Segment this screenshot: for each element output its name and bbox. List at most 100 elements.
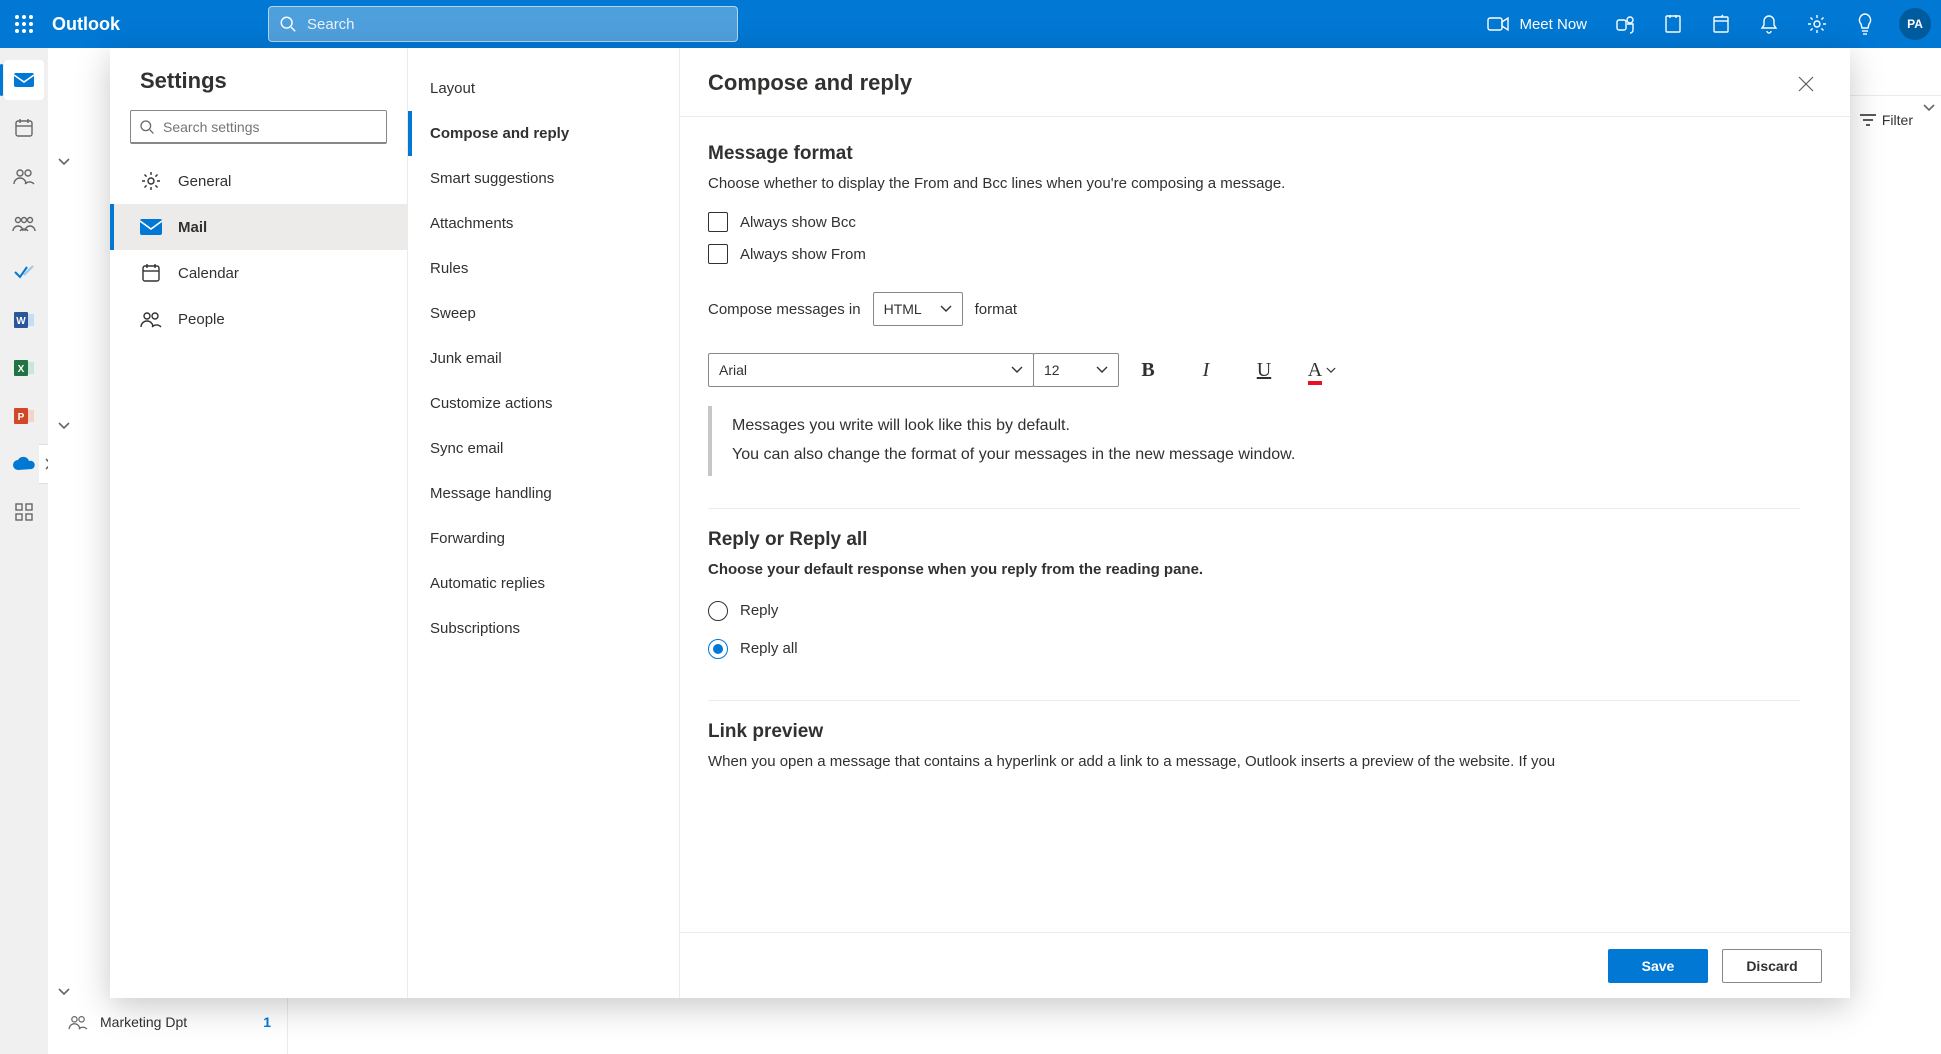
settings-subnav: Layout Compose and reply Smart suggestio… — [408, 48, 680, 998]
tips-button[interactable] — [1841, 0, 1889, 48]
subnav-automatic-replies[interactable]: Automatic replies — [408, 561, 679, 606]
discard-button[interactable]: Discard — [1722, 949, 1822, 983]
radio-reply[interactable]: Reply — [708, 592, 1800, 630]
folder-chevron-2[interactable] — [58, 422, 70, 430]
account-avatar[interactable]: PA — [1899, 8, 1931, 40]
subnav-layout[interactable]: Layout — [408, 66, 679, 111]
folder-marketing-dpt[interactable]: Marketing Dpt 1 — [48, 1004, 287, 1040]
settings-cat-people[interactable]: People — [110, 296, 407, 342]
global-search-input[interactable] — [297, 15, 727, 34]
compose-format-prefix: Compose messages in — [708, 301, 861, 318]
dropdown-value: Arial — [719, 362, 1001, 378]
checkbox-always-show-bcc[interactable]: Always show Bcc — [708, 206, 1800, 238]
svg-text:P: P — [18, 412, 25, 423]
checkbox-label: Always show Bcc — [740, 214, 856, 231]
font-color-button[interactable]: A — [1293, 352, 1351, 388]
teams-icon — [1615, 14, 1635, 34]
subnav-forwarding[interactable]: Forwarding — [408, 516, 679, 561]
folder-chevron-1[interactable] — [58, 158, 70, 166]
gear-icon — [1807, 14, 1827, 34]
section-message-format-desc: Choose whether to display the From and B… — [708, 175, 1800, 192]
settings-cat-label: General — [178, 173, 231, 190]
compose-format-dropdown[interactable]: HTML — [873, 292, 963, 326]
settings-button[interactable] — [1793, 0, 1841, 48]
radio-reply-all[interactable]: Reply all — [708, 630, 1800, 668]
close-icon — [1798, 76, 1814, 92]
chevron-down-icon — [1096, 366, 1108, 374]
rail-mail[interactable] — [4, 60, 44, 100]
italic-button[interactable]: I — [1177, 352, 1235, 388]
global-search[interactable] — [268, 6, 738, 42]
subnav-junk-email[interactable]: Junk email — [408, 336, 679, 381]
subnav-sync-email[interactable]: Sync email — [408, 426, 679, 471]
filter-button[interactable]: Filter — [1860, 112, 1913, 128]
compose-format-suffix: format — [975, 301, 1018, 318]
onedrive-icon — [12, 456, 36, 472]
rail-calendar[interactable] — [4, 108, 44, 148]
settings-search[interactable] — [130, 110, 387, 144]
meet-now-label: Meet Now — [1519, 16, 1587, 33]
myday-button[interactable] — [1697, 0, 1745, 48]
settings-scroll-area[interactable]: Message format Choose whether to display… — [680, 117, 1850, 932]
meet-now-button[interactable]: Meet Now — [1473, 0, 1601, 48]
subnav-label: Automatic replies — [430, 575, 545, 592]
divider — [708, 508, 1800, 509]
subnav-label: Smart suggestions — [430, 170, 554, 187]
section-reply-desc: Choose your default response when you re… — [708, 561, 1800, 578]
checkbox-always-show-from[interactable]: Always show From — [708, 238, 1800, 270]
settings-cat-mail[interactable]: Mail — [110, 204, 407, 250]
settings-cat-label: Mail — [178, 219, 207, 236]
chevron-down-icon — [1011, 366, 1023, 374]
subnav-label: Message handling — [430, 485, 552, 502]
notifications-button[interactable] — [1745, 0, 1793, 48]
rail-powerpoint[interactable]: P — [4, 396, 44, 436]
teams-button[interactable] — [1601, 0, 1649, 48]
close-button[interactable] — [1792, 70, 1820, 98]
reading-pane-toggle[interactable] — [1923, 104, 1935, 112]
font-color-icon: A — [1308, 359, 1322, 382]
rail-excel[interactable]: X — [4, 348, 44, 388]
subnav-label: Compose and reply — [430, 125, 569, 142]
subnav-customize-actions[interactable]: Customize actions — [408, 381, 679, 426]
subnav-smart-suggestions[interactable]: Smart suggestions — [408, 156, 679, 201]
left-app-rail: W X P — [0, 48, 48, 1054]
underline-button[interactable]: U — [1235, 352, 1293, 388]
subnav-rules[interactable]: Rules — [408, 246, 679, 291]
subnav-sweep[interactable]: Sweep — [408, 291, 679, 336]
app-launcher-button[interactable] — [0, 0, 48, 48]
rail-groups[interactable] — [4, 204, 44, 244]
subnav-message-handling[interactable]: Message handling — [408, 471, 679, 516]
app-top-bar: Outlook Meet Now PA — [0, 0, 1941, 48]
folder-chevron-3[interactable] — [58, 988, 70, 996]
rail-more-apps[interactable] — [4, 492, 44, 532]
search-icon — [139, 119, 155, 135]
word-icon: W — [13, 309, 35, 331]
settings-cat-calendar[interactable]: Calendar — [110, 250, 407, 296]
checkbox-icon — [708, 212, 728, 232]
notes-button[interactable] — [1649, 0, 1697, 48]
font-name-dropdown[interactable]: Arial — [708, 353, 1034, 387]
rail-word[interactable]: W — [4, 300, 44, 340]
rail-people[interactable] — [4, 156, 44, 196]
settings-cat-general[interactable]: General — [110, 158, 407, 204]
settings-search-input[interactable] — [155, 118, 378, 136]
apps-icon — [15, 503, 33, 521]
settings-sidebar: Settings General Mail Calendar People — [110, 48, 408, 998]
settings-content-pane: Compose and reply Message format Choose … — [680, 48, 1850, 998]
folder-count: 1 — [263, 1014, 271, 1030]
subnav-subscriptions[interactable]: Subscriptions — [408, 606, 679, 651]
save-button[interactable]: Save — [1608, 949, 1708, 983]
chevron-down-icon — [58, 422, 70, 430]
people-icon — [13, 167, 35, 185]
rail-onedrive[interactable] — [4, 444, 44, 484]
section-link-preview-desc: When you open a message that contains a … — [708, 753, 1800, 770]
checkbox-label: Always show From — [740, 246, 866, 263]
subnav-compose-and-reply[interactable]: Compose and reply — [408, 111, 679, 156]
dropdown-value: HTML — [884, 301, 930, 317]
preview-line-2: You can also change the format of your m… — [732, 441, 1800, 470]
radio-icon — [708, 639, 728, 659]
rail-todo[interactable] — [4, 252, 44, 292]
bold-button[interactable]: B — [1119, 352, 1177, 388]
font-size-dropdown[interactable]: 12 — [1033, 353, 1119, 387]
subnav-attachments[interactable]: Attachments — [408, 201, 679, 246]
